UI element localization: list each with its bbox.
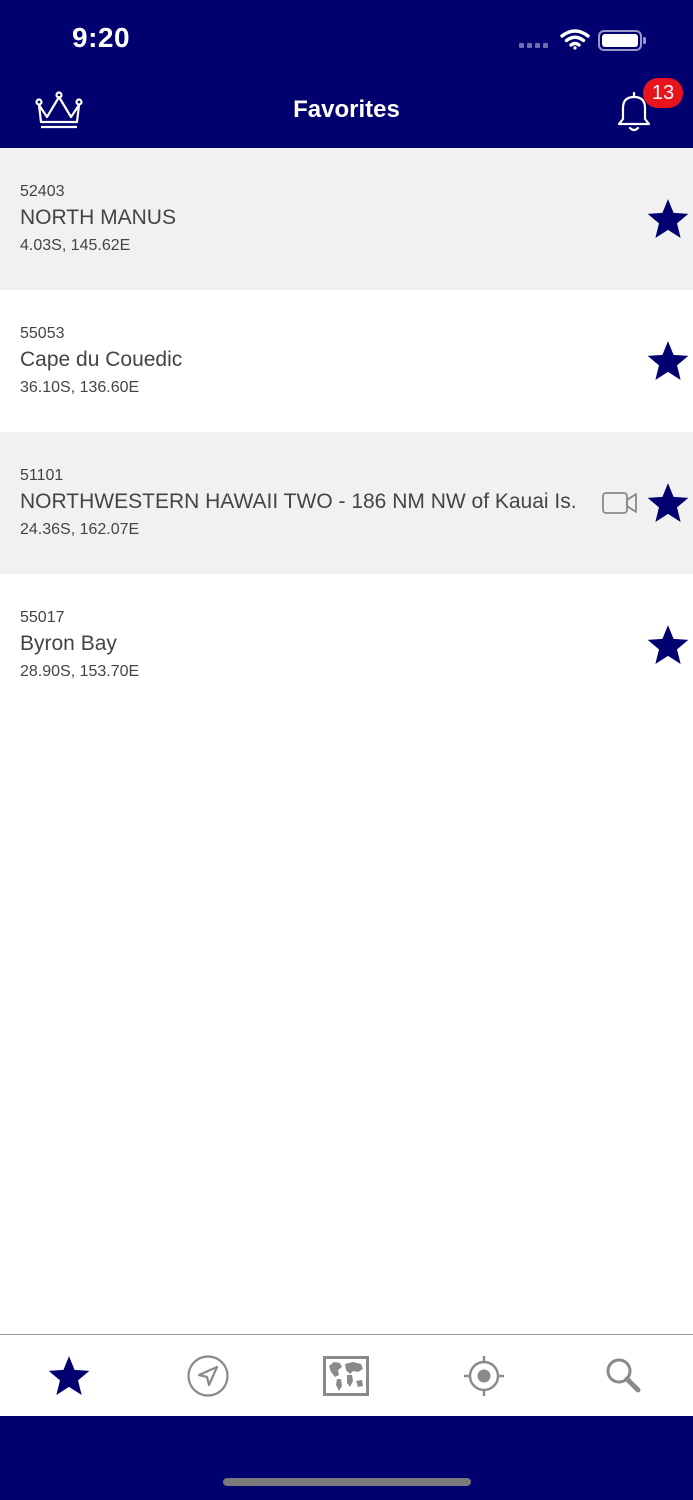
tab-search[interactable]	[554, 1335, 692, 1417]
station-coords: 24.36S, 162.07E	[20, 521, 140, 538]
signal-icon	[519, 43, 548, 48]
star-icon	[647, 199, 689, 238]
favorite-star-button[interactable]	[645, 338, 691, 384]
star-icon	[48, 1356, 90, 1395]
nav-bar: Favorites 13	[0, 78, 693, 148]
station-name: Byron Bay	[20, 632, 117, 655]
station-id: 51101	[20, 467, 64, 484]
station-id: 55017	[20, 609, 65, 626]
station-id: 55053	[20, 325, 65, 342]
status-icons	[519, 28, 649, 52]
list-item[interactable]: 55017 Byron Bay 28.90S, 153.70E	[0, 574, 693, 716]
favorite-star-button[interactable]	[645, 196, 691, 242]
bottom-strip	[0, 1416, 693, 1500]
tab-map[interactable]	[277, 1335, 415, 1417]
station-name: NORTH MANUS	[20, 206, 176, 229]
video-camera-icon	[602, 492, 637, 514]
station-id: 52403	[20, 183, 65, 200]
tab-locate[interactable]	[415, 1335, 553, 1417]
video-camera-button[interactable]	[601, 489, 639, 517]
list-item[interactable]: 52403 NORTH MANUS 4.03S, 145.62E	[0, 148, 693, 290]
world-map-icon	[323, 1356, 369, 1396]
home-indicator[interactable]	[223, 1478, 471, 1486]
favorites-list: 52403 NORTH MANUS 4.03S, 145.62E 55053 C…	[0, 148, 693, 716]
wifi-icon	[560, 29, 590, 50]
search-icon	[606, 1358, 641, 1393]
list-item[interactable]: 51101 NORTHWESTERN HAWAII TWO - 186 NM N…	[0, 432, 693, 574]
station-coords: 4.03S, 145.62E	[20, 237, 131, 254]
favorite-star-button[interactable]	[645, 622, 691, 668]
tab-favorites[interactable]	[0, 1335, 138, 1417]
tab-nearby[interactable]	[139, 1335, 277, 1417]
notification-badge: 13	[643, 78, 683, 108]
status-bar: 9:20	[0, 0, 693, 78]
station-coords: 36.10S, 136.60E	[20, 379, 140, 396]
navigation-arrow-icon	[187, 1355, 229, 1397]
star-icon	[647, 625, 689, 664]
station-name: Cape du Couedic	[20, 348, 183, 371]
tab-bar	[0, 1334, 693, 1417]
star-icon	[647, 341, 689, 380]
station-name: NORTHWESTERN HAWAII TWO - 186 NM NW of K…	[20, 490, 577, 513]
page-title: Favorites	[293, 96, 400, 123]
status-time: 9:20	[72, 22, 131, 53]
list-item[interactable]: 55053 Cape du Couedic 36.10S, 136.60E	[0, 290, 693, 432]
location-target-icon	[464, 1356, 504, 1396]
battery-icon	[598, 30, 646, 51]
star-icon	[647, 483, 689, 522]
station-coords: 28.90S, 153.70E	[20, 663, 140, 680]
favorite-star-button[interactable]	[645, 480, 691, 526]
